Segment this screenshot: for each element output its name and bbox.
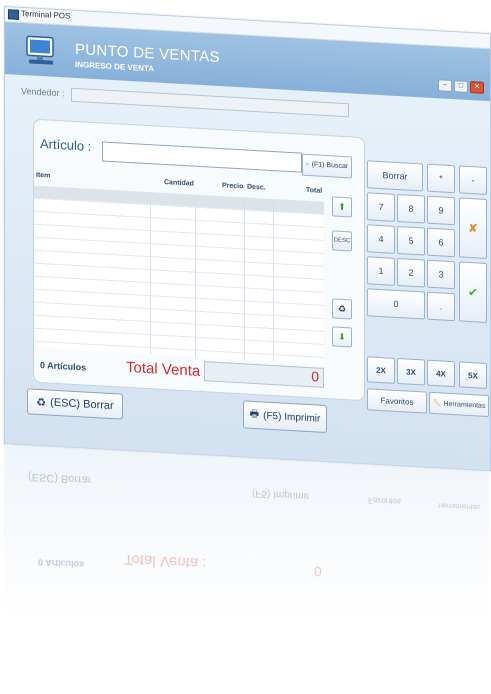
esc-borrar-label: (ESC) Borrar [50, 396, 114, 413]
articles-count: 0 Artículos [40, 360, 87, 373]
cancel-key[interactable]: ✘ [459, 197, 487, 260]
col-divider [273, 199, 274, 362]
key-dot[interactable]: . [427, 291, 455, 322]
reflection-favoritos: Favoritos [368, 495, 401, 507]
reflection-total-value: 0 [314, 563, 322, 580]
articulo-label: Artículo : [40, 136, 92, 154]
reflection-count: 0 Artículos [38, 557, 85, 570]
window-title: Terminal POS [21, 8, 71, 21]
move-down-button[interactable]: ⬇ [332, 326, 352, 348]
maximize-icon[interactable]: □ [454, 80, 468, 93]
key-1[interactable]: 1 [367, 256, 395, 286]
reflection-esc-label: (ESC) Borrar [28, 470, 92, 486]
key-6[interactable]: 6 [427, 227, 455, 258]
key-3[interactable]: 3 [427, 259, 455, 290]
total-value: 0 [311, 368, 319, 385]
col-item: Item [36, 171, 51, 180]
items-table[interactable]: Item Cantidad Precio Desc. Total [34, 172, 324, 364]
key-star[interactable]: * [427, 163, 455, 194]
cancel-x-icon: ✘ [467, 220, 479, 236]
desc-button[interactable]: DESC [332, 230, 352, 252]
f5-imprimir-button[interactable]: 🖶︎ (F5) Imprimir [243, 400, 327, 434]
key-5[interactable]: 5 [397, 225, 425, 256]
key-7[interactable]: 7 [367, 192, 395, 222]
col-total: Total [306, 186, 323, 195]
move-up-button[interactable]: ⬆ [332, 196, 352, 218]
col-cantidad: Cantidad [164, 178, 194, 188]
key-0[interactable]: 0 [367, 288, 425, 320]
arrow-up-icon: ⬆ [338, 201, 346, 213]
esc-borrar-button[interactable]: ♻ (ESC) Borrar [27, 388, 123, 420]
borrar-key[interactable]: Borrar [367, 160, 423, 192]
stage: Terminal POS PUNTO DE VENTAS INGRESO DE … [0, 0, 491, 694]
herramientas-label: Herramientas [443, 400, 486, 410]
close-icon[interactable]: ✕ [470, 81, 484, 94]
computer-icon [26, 35, 54, 65]
header-subtitle: INGRESO DE VENTA [75, 59, 154, 74]
minimize-icon[interactable]: – [438, 79, 452, 93]
window-controls: – □ ✕ [438, 79, 484, 94]
reflection-content: (ESC) Borrar (F5) Imprimir Total Venta :… [4, 445, 489, 694]
table-rows [34, 185, 324, 364]
total-label: Total Venta : [126, 358, 209, 381]
mult-2x[interactable]: 2X [367, 356, 395, 384]
search-icon: ⌕ [305, 160, 310, 169]
articulo-input[interactable] [102, 141, 302, 173]
reflection: (ESC) Borrar (F5) Imprimir Total Venta :… [4, 445, 489, 694]
herramientas-button[interactable]: 🔧︎ Herramientas [429, 391, 489, 418]
reflection-herramientas: Herramientas [438, 501, 481, 511]
total-field: 0 [204, 361, 324, 388]
key-4[interactable]: 4 [367, 224, 395, 254]
trash-icon: ♻ [337, 303, 347, 315]
reflection-total-label: Total Venta : [124, 550, 207, 572]
favoritos-button[interactable]: Favoritos [367, 388, 427, 414]
arrow-down-icon: ⬇ [338, 331, 346, 343]
mult-3x[interactable]: 3X [397, 357, 425, 386]
vendedor-label: Vendedor : [21, 85, 65, 99]
vendedor-field[interactable] [71, 87, 349, 118]
reflection-f5-label: (F5) Imprimir [252, 487, 310, 502]
remove-item-button[interactable]: ♻ [332, 298, 352, 320]
key-8[interactable]: 8 [397, 193, 425, 224]
check-icon: ✔ [467, 284, 479, 300]
mult-4x[interactable]: 4X [427, 359, 455, 388]
app-icon [8, 9, 19, 20]
f5-imprimir-label: (F5) Imprimir [263, 409, 321, 425]
col-divider [244, 197, 245, 360]
col-desc: Desc. [247, 183, 266, 192]
key-minus[interactable]: - [459, 165, 487, 196]
col-divider [150, 192, 151, 355]
wrench-icon: 🔧︎ [432, 399, 442, 408]
trash-icon: ♻ [36, 396, 47, 409]
buscar-label: (F1) Buscar [311, 161, 349, 171]
confirm-key[interactable]: ✔ [459, 261, 487, 324]
sale-panel: Artículo : ⌕ (F1) Buscar Item Cantidad P… [33, 118, 365, 402]
keypad: Borrar * - 7 8 9 ✘ 4 5 6 1 2 3 ✔ 0 . 2X … [367, 160, 489, 437]
buscar-button[interactable]: ⌕ (F1) Buscar [302, 153, 352, 179]
printer-icon: 🖶︎ [249, 408, 260, 420]
key-9[interactable]: 9 [427, 195, 455, 226]
key-2[interactable]: 2 [397, 257, 425, 288]
mult-5x[interactable]: 5X [459, 361, 487, 390]
col-divider [195, 194, 196, 357]
col-precio: Precio [222, 182, 244, 191]
pos-window: Terminal POS PUNTO DE VENTAS INGRESO DE … [4, 6, 491, 472]
